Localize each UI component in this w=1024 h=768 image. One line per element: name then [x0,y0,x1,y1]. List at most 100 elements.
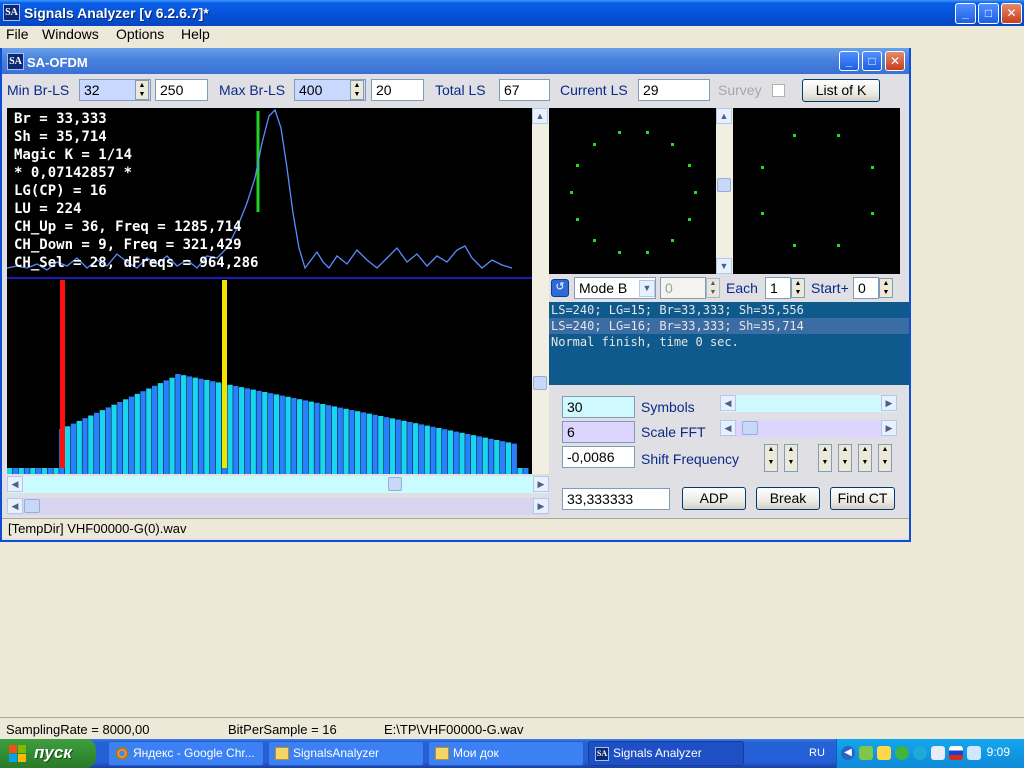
spectrum-bar [476,436,483,474]
shift-freq-spinner-4[interactable]: ▲ ▼ [838,444,852,472]
tray-app-icon[interactable] [859,746,873,760]
spectrum-bar [384,417,390,474]
shift-frequency-input[interactable]: -0,0086 [562,446,635,468]
log-line[interactable]: LS=240; LG=15; Br=33,333; Sh=35,556 [549,302,909,318]
taskbar-item-my-docs[interactable]: Мои док [428,741,584,766]
hscroll2-left-arrow[interactable]: ◀ [7,498,23,514]
start-button[interactable]: пуск [0,739,96,768]
adp-button[interactable]: ADP [682,487,746,510]
const-scroll-up[interactable]: ▲ [716,108,732,124]
symbols-slider[interactable]: ◀ ▶ [720,395,897,412]
each-input[interactable]: 1 [765,277,791,299]
log-line[interactable]: Normal finish, time 0 sec. [549,334,909,350]
close-button[interactable]: ✕ [1001,3,1022,24]
menu-file[interactable]: File [6,26,29,43]
refresh-icon[interactable]: ↺ [551,279,569,297]
start-input[interactable]: 0 [853,277,879,299]
menu-windows[interactable]: Windows [42,26,99,43]
hscroll2-thumb[interactable] [24,499,40,513]
hscroll-thumb[interactable] [388,477,402,491]
spectrum-hscroll-2[interactable]: ◀ ▶ [7,498,549,515]
max-br-ls-step[interactable]: 20 [371,79,424,101]
find-ct-button[interactable]: Find CT [830,487,895,510]
scroll-up-arrow[interactable]: ▲ [532,108,548,124]
spectrum-bar [41,468,48,474]
shift-freq-spinner-1[interactable]: ▲ ▼ [764,444,778,472]
scale-fft-slider-left[interactable]: ◀ [720,420,736,436]
language-indicator[interactable]: RU [809,747,825,759]
shift-freq-spinner-5[interactable]: ▲ ▼ [858,444,872,472]
spectrum-bar [331,406,338,474]
taskbar-item-signalsanalyzer-folder[interactable]: SignalsAnalyzer [268,741,424,766]
start-spinner[interactable]: ▲ ▼ [879,278,893,298]
symbols-slider-right[interactable]: ▶ [881,395,897,411]
constellation-vscroll[interactable]: ▲ ▼ [716,108,733,274]
mode-number-spinner[interactable]: ▲ ▼ [706,278,720,298]
spectrum-bar [117,402,123,474]
spectrum-bar [256,390,262,474]
scale-fft-input[interactable]: 6 [562,421,635,443]
spectrum-bar [413,423,419,474]
results-log[interactable]: LS=240; LG=15; Br=33,333; Sh=35,556 LS=2… [549,302,909,385]
symbols-slider-left[interactable]: ◀ [720,395,736,411]
const-scroll-down[interactable]: ▼ [716,258,732,274]
constellation-plot-2 [733,108,900,274]
taskbar-item-label: Мои док [453,746,499,760]
hscroll-right-arrow[interactable]: ▶ [533,476,549,492]
shift-freq-spinner-6[interactable]: ▲ ▼ [878,444,892,472]
readout-k-decimal: * 0,07142857 * [14,165,133,181]
shift-freq-spinner-3[interactable]: ▲ ▼ [818,444,832,472]
app-status-bar: SamplingRate = 8000,00 BitPerSample = 16… [0,719,1024,739]
taskbar: пуск Яндекс - Google Chr... SignalsAnaly… [0,739,1024,768]
spectrum-bar [401,420,407,474]
mode-number-input[interactable]: 0 [660,277,706,299]
scale-fft-slider[interactable]: ◀ ▶ [720,420,897,437]
constellation-point [576,164,579,167]
spectrum-bar [488,438,494,474]
tray-arrow-icon[interactable]: ◀ [841,746,855,760]
speaker-icon[interactable] [967,746,981,760]
spectrum-bar [24,468,30,474]
min-br-ls-spinner[interactable]: ▲ ▼ [135,80,149,100]
const-scroll-thumb[interactable] [717,178,731,192]
child-maximize-button[interactable]: □ [862,51,882,71]
list-of-k-button[interactable]: List of K [802,79,880,102]
tray-app-icon[interactable] [877,746,891,760]
menu-options[interactable]: Options [116,26,164,43]
each-spinner[interactable]: ▲ ▼ [791,278,805,298]
minimize-button[interactable]: _ [955,3,976,24]
break-button[interactable]: Break [756,487,820,510]
child-minimize-button[interactable]: _ [839,51,859,71]
menu-help[interactable]: Help [181,26,210,43]
spectrum-hscroll[interactable]: ◀ ▶ [7,476,549,493]
russia-flag-icon[interactable] [949,746,963,760]
symbols-input[interactable]: 30 [562,396,635,418]
taskbar-item-signals-analyzer[interactable]: SA Signals Analyzer [588,741,744,766]
plot-vertical-scrollbar[interactable]: ▲ [532,108,549,474]
survey-checkbox[interactable] [772,84,785,97]
taskbar-item-chrome[interactable]: Яндекс - Google Chr... [108,741,264,766]
scale-fft-slider-right[interactable]: ▶ [881,420,897,436]
child-status-text: [TempDir] VHF00000-G(0).wav [8,521,187,536]
spectrum-bar [105,407,111,474]
hscroll2-right-arrow[interactable]: ▶ [533,498,549,514]
hscroll-left-arrow[interactable]: ◀ [7,476,23,492]
each-label: Each [726,280,758,296]
readout-br: Br = 33,333 [14,111,107,127]
scroll-thumb[interactable] [533,376,547,390]
tray-app-icon[interactable] [931,746,945,760]
tray-app-icon[interactable] [913,746,927,760]
tray-app-icon[interactable] [895,746,909,760]
spectrum-bar [453,431,459,474]
system-tray: RU ◀ 9:09 [809,739,1024,768]
shift-freq-spinner-2[interactable]: ▲ ▼ [784,444,798,472]
maximize-button[interactable]: □ [978,3,999,24]
log-line-selected[interactable]: LS=240; LG=16; Br=33,333; Sh=35,714 [549,318,909,334]
br-value-input[interactable]: 33,333333 [562,488,670,510]
min-br-ls-step[interactable]: 250 [155,79,208,101]
spectrum-bar [343,408,349,474]
max-br-ls-spinner[interactable]: ▲ ▼ [350,80,364,100]
scale-fft-slider-thumb[interactable] [742,421,758,435]
mode-select-chevron-down-icon[interactable]: ▼ [639,280,655,297]
child-close-button[interactable]: ✕ [885,51,905,71]
